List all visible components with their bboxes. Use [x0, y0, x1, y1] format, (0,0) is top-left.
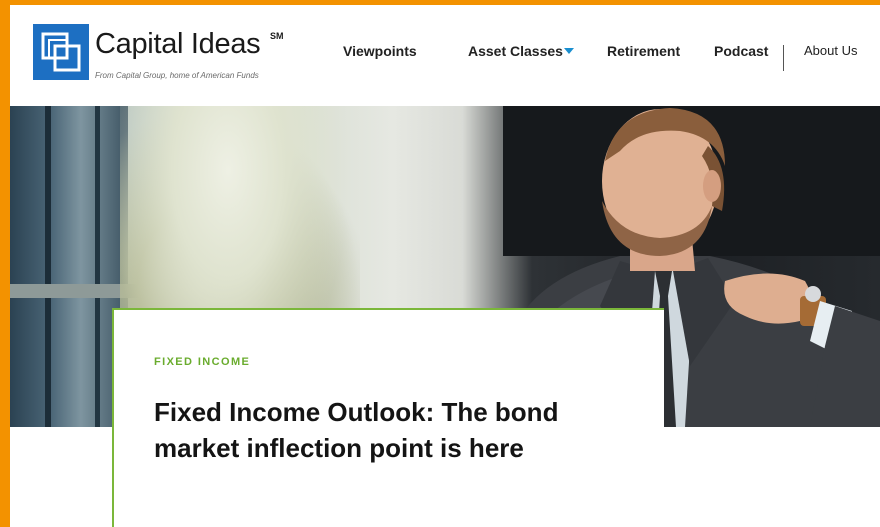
browser-viewport: Capital Ideas SM From Capital Group, hom…: [10, 5, 880, 527]
nav-item-retirement[interactable]: Retirement: [607, 41, 680, 61]
chevron-down-icon[interactable]: [564, 48, 574, 54]
nav-item-viewpoints[interactable]: Viewpoints: [343, 41, 417, 61]
article-card: FIXED INCOME Fixed Income Outlook: The b…: [112, 308, 664, 527]
capital-ideas-logo[interactable]: Capital Ideas SM From Capital Group, hom…: [33, 24, 303, 86]
article-title[interactable]: Fixed Income Outlook: The bond market in…: [154, 394, 624, 466]
nav-divider: [783, 45, 784, 71]
window-frame: [10, 106, 128, 427]
article-category[interactable]: FIXED INCOME: [154, 356, 250, 368]
logo-wordmark: Capital Ideas: [95, 28, 261, 60]
logo-tagline: From Capital Group, home of American Fun…: [95, 71, 259, 80]
site-header: Capital Ideas SM From Capital Group, hom…: [10, 5, 880, 106]
nav-item-asset-classes[interactable]: Asset Classes: [468, 41, 563, 61]
nav-item-podcast[interactable]: Podcast: [714, 41, 768, 61]
logo-mark-icon: [33, 24, 89, 80]
service-mark: SM: [270, 31, 284, 41]
nav-item-about-us[interactable]: About Us: [804, 41, 857, 61]
